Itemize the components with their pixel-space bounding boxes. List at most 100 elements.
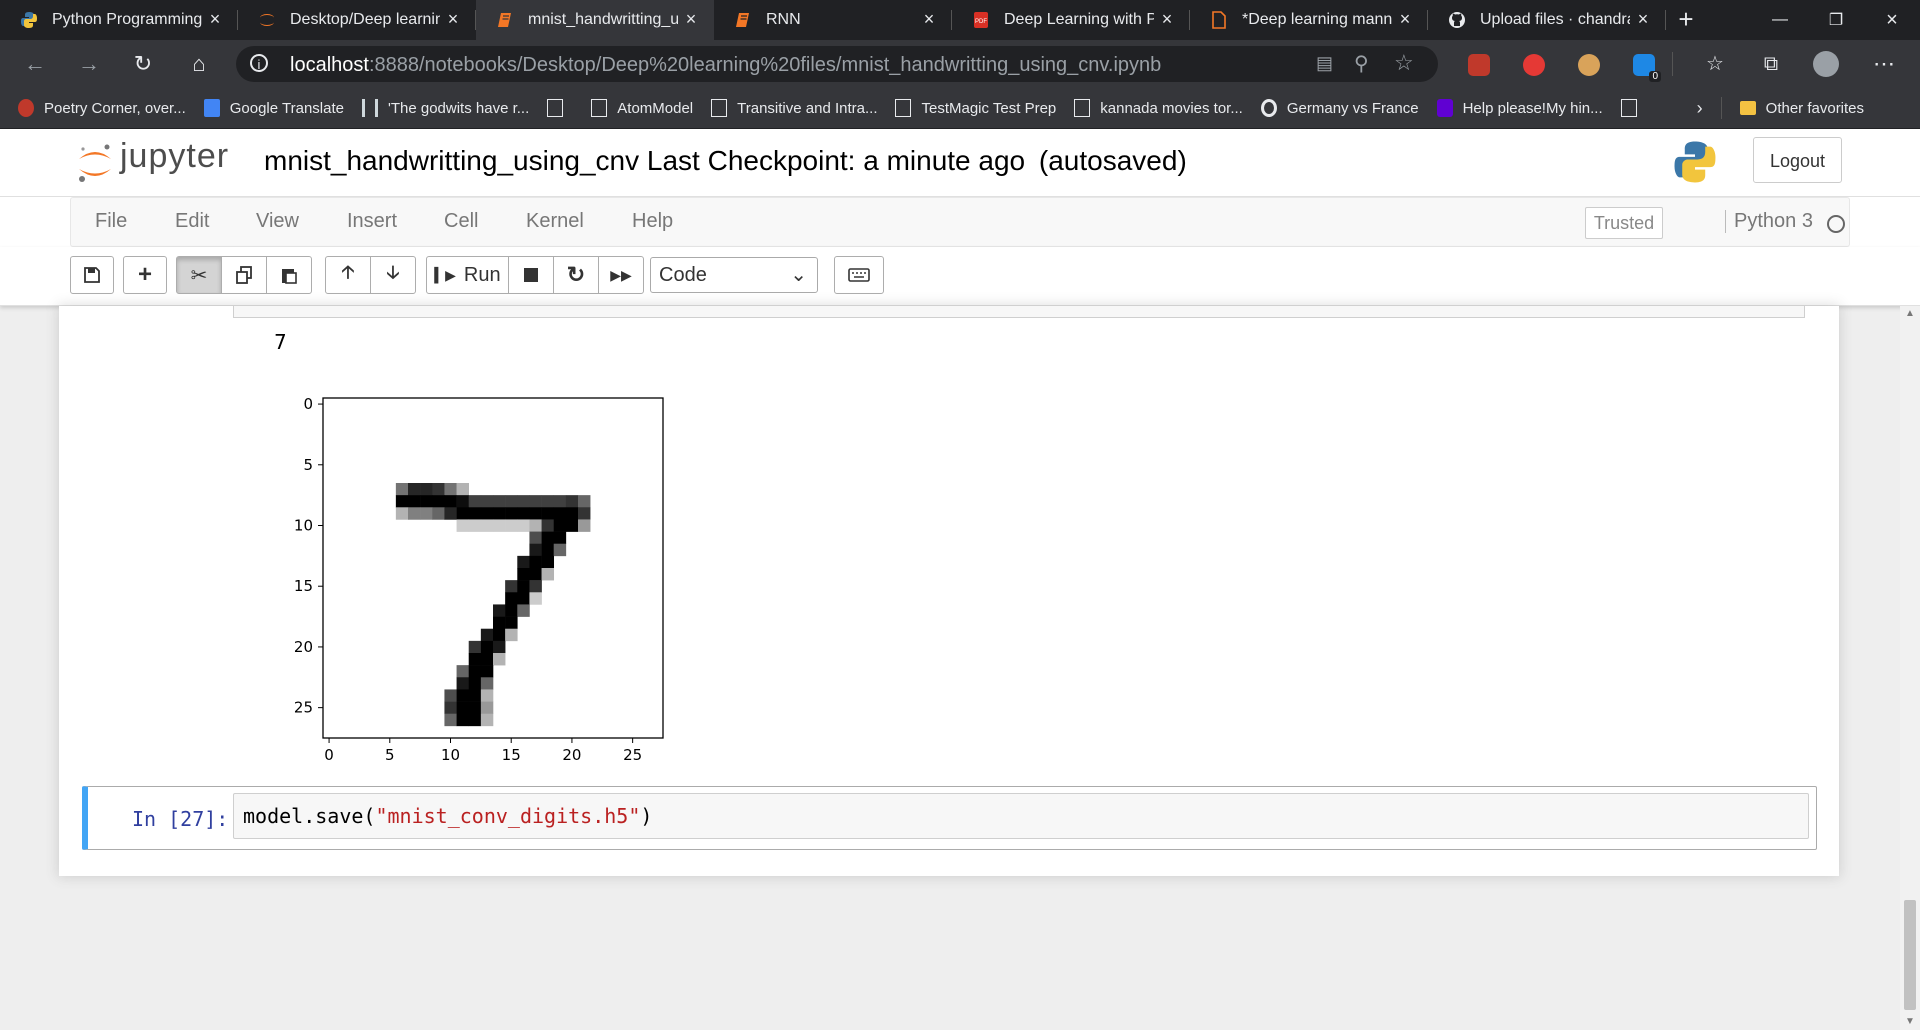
pixel-cell [432,495,445,508]
bookmark-item[interactable]: kannada movies tor... [1074,99,1243,117]
collections-icon[interactable]: ⧉ [1756,49,1786,79]
insert-cell-button[interactable]: + [123,256,167,294]
chevron-right-icon[interactable]: › [1697,98,1703,119]
toolbar-divider [1672,52,1673,76]
kernel-name[interactable]: Python 3 [1725,210,1813,233]
move-up-button[interactable]: 🡡 [325,256,371,294]
avatar[interactable] [1813,51,1839,77]
paste-button[interactable] [266,256,312,294]
menu-cell[interactable]: Cell [444,210,478,233]
restart-button[interactable]: ↻ [553,256,599,294]
extension-icon[interactable]: 0 [1633,54,1661,82]
bookmark-item[interactable]: Germany vs France [1260,99,1419,117]
page-icon [711,99,728,117]
menu-help[interactable]: Help [632,210,673,233]
close-window-button[interactable]: × [1864,0,1920,40]
browser-tab-deep-learning-manning[interactable]: *Deep learning mannin × [1190,0,1428,40]
cut-button[interactable]: ✂ [176,256,222,294]
menu-bar: File Edit View Insert Cell Kernel Help T… [0,197,1920,247]
favorites-icon[interactable]: ☆ [1700,49,1730,79]
menu-edit[interactable]: Edit [175,210,209,233]
cell-type-select[interactable]: Code ⌄ [650,257,818,293]
notebook-name[interactable]: mnist_handwritting_using_cnv [264,145,639,176]
address-toolbar: ← → ↻ ⌂ i localhost:8888/notebooks/Deskt… [0,40,1920,88]
bookmark-item[interactable] [547,99,573,117]
pixel-cell [408,483,421,496]
more-options-icon[interactable]: ⋯ [1869,49,1899,79]
browser-tab-desktop-deep-learning[interactable]: Desktop/Deep learning × [238,0,476,40]
other-favorites[interactable]: Other favorites [1739,100,1864,117]
browser-tab-deep-learning-pdf[interactable]: PDF Deep Learning with Py × [952,0,1190,40]
cookie-extension-icon[interactable] [1578,54,1600,76]
site-info-icon[interactable]: i [250,54,268,72]
pixel-cell [468,507,482,520]
notebook-container: 7 0 5 10 15 20 25 0 5 10 15 20 25 In [27]: model.sa… [59,306,1839,876]
scroll-down-icon[interactable]: ▼ [1904,1016,1916,1028]
close-icon[interactable]: × [1396,10,1414,28]
url-text[interactable]: localhost:8888/notebooks/Desktop/Deep%20… [290,54,1161,77]
reload-icon[interactable]: ↻ [128,49,158,79]
bookmark-item[interactable]: 'The godwits have r... [361,99,529,117]
home-icon[interactable]: ⌂ [184,49,214,79]
save-button[interactable] [70,256,114,294]
pixel-cell [468,640,482,654]
pdf-icon: PDF [974,12,988,28]
copy-button[interactable] [221,256,267,294]
logout-button[interactable]: Logout [1753,137,1842,183]
browser-tab-rnn[interactable]: RNN × [714,0,952,40]
move-down-button[interactable]: 🡣 [370,256,416,294]
close-icon[interactable]: × [444,10,462,28]
bookmark-item[interactable]: Google Translate [203,99,344,117]
code-cell[interactable]: In [27]: model.save("mnist_conv_digits.h… [82,786,1817,850]
menu-view[interactable]: View [256,210,299,233]
bookmark-item[interactable] [1620,99,1647,117]
close-icon[interactable]: × [920,10,938,28]
read-aloud-icon[interactable]: ▤ [1316,53,1333,74]
minimize-button[interactable]: — [1752,0,1808,40]
python-logo-icon [1674,141,1716,183]
adblock-extension-icon[interactable] [1523,54,1545,76]
previous-cell-input[interactable] [233,306,1805,318]
pixel-cell [480,628,494,642]
close-icon[interactable]: × [1634,10,1652,28]
pixel-cell [578,519,591,532]
restore-button[interactable]: ❐ [1808,0,1864,40]
pixel-cell [541,543,555,557]
close-icon[interactable]: × [1158,10,1176,28]
bookmark-item[interactable]: Poetry Corner, over... [18,99,186,117]
bookmark-item[interactable]: Transitive and Intra... [711,99,877,117]
browser-tab-upload-files[interactable]: Upload files · chandrad × [1428,0,1666,40]
close-icon[interactable]: × [682,10,700,28]
back-icon[interactable]: ← [20,49,50,79]
trusted-badge[interactable]: Trusted [1585,207,1663,239]
bookmark-item[interactable]: Help please!My hin... [1436,99,1603,117]
page-scrollbar[interactable]: ▲ ▼ [1900,306,1920,1030]
run-button[interactable]: ▍▶ Run [426,256,509,294]
menu-insert[interactable]: Insert [347,210,397,233]
favorite-star-icon[interactable]: ☆ [1394,50,1414,76]
menu-file[interactable]: File [95,210,127,233]
document-icon [1212,11,1226,29]
x-tick-label: 10 [441,746,460,764]
forward-icon[interactable]: → [74,49,104,79]
code-editor[interactable]: model.save("mnist_conv_digits.h5") [233,793,1809,839]
close-icon[interactable]: × [206,10,224,28]
address-bar[interactable]: i localhost:8888/notebooks/Desktop/Deep%… [236,46,1438,82]
browser-tab-mnist-notebook[interactable]: mnist_handwritting_us × [476,0,714,40]
bookmark-item[interactable]: AtomModel [591,99,693,117]
bookmark-item[interactable]: TestMagic Test Prep [895,99,1056,117]
menu-kernel[interactable]: Kernel [526,210,584,233]
pixel-cell [456,495,470,508]
browser-tab-python-programming[interactable]: Python Programming T × [0,0,238,40]
scroll-up-icon[interactable]: ▲ [1904,308,1916,320]
pocket-extension-icon[interactable] [1468,54,1490,76]
jupyter-logo-text[interactable]: jupyter [120,137,229,176]
jupyter-logo-icon[interactable] [76,141,114,185]
interrupt-button[interactable] [508,256,554,294]
command-palette-button[interactable] [834,256,884,294]
restart-run-all-button[interactable]: ▶▶ [598,256,644,294]
new-tab-button[interactable]: + [1666,0,1706,40]
scrollbar-thumb[interactable] [1904,900,1916,1010]
pixel-cell [529,531,542,545]
zoom-icon[interactable]: ⚲ [1354,51,1369,76]
